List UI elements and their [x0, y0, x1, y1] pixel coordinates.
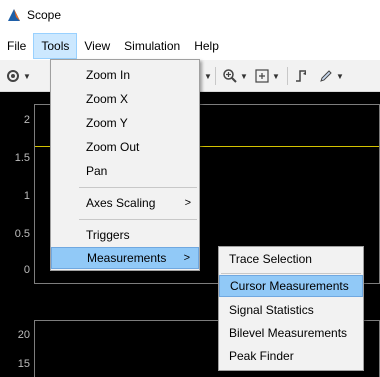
chevron-down-icon: ▼: [204, 71, 212, 81]
matlab-logo-icon: [6, 7, 22, 23]
menu-bar: File Tools View Simulation Help: [0, 33, 380, 59]
menu-view[interactable]: View: [77, 33, 117, 59]
title-bar: Scope: [0, 0, 380, 30]
chevron-right-icon: >: [183, 252, 190, 264]
trigger-button[interactable]: [294, 67, 310, 85]
menu-item-signal-statistics[interactable]: Signal Statistics: [219, 299, 363, 321]
chevron-down-icon: ▼: [336, 71, 344, 81]
gear-icon: [7, 70, 19, 82]
y-tick-label: 0.5: [14, 228, 30, 240]
menu-tools[interactable]: Tools: [33, 33, 78, 59]
menu-item-peak-finder[interactable]: Peak Finder: [219, 345, 363, 367]
menu-item-zoom-x[interactable]: Zoom X: [51, 88, 199, 110]
menu-help[interactable]: Help: [187, 33, 226, 59]
y-tick-label: 1: [23, 190, 30, 202]
y-tick-label: 20: [17, 329, 30, 341]
y-tick-label: 0: [23, 264, 30, 276]
chevron-down-icon: ▼: [23, 71, 31, 81]
zoom-button[interactable]: ▼: [222, 67, 248, 85]
menu-item-pan[interactable]: Pan: [51, 160, 199, 182]
y-tick-label: 2: [23, 114, 30, 126]
menu-item-axes-scaling[interactable]: Axes Scaling >: [51, 192, 199, 214]
menu-item-label: Measurements: [87, 251, 167, 265]
menu-separator: [79, 219, 197, 220]
menu-item-measurements[interactable]: Measurements >: [51, 247, 199, 269]
y-tick-label: 1.5: [14, 152, 30, 164]
window-title: Scope: [27, 8, 62, 22]
menu-separator: [221, 273, 361, 274]
edit-icon: [320, 70, 332, 82]
chevron-down-icon: ▼: [272, 71, 280, 81]
menu-item-cursor-measurements[interactable]: Cursor Measurements: [219, 275, 363, 297]
fit-to-view-button[interactable]: ▼: [254, 67, 280, 85]
menu-separator: [79, 187, 197, 188]
fit-to-view-icon: [255, 69, 269, 83]
menu-item-bilevel-measurements[interactable]: Bilevel Measurements: [219, 322, 363, 344]
menu-item-label: Axes Scaling: [86, 196, 156, 210]
menu-item-zoom-out[interactable]: Zoom Out: [51, 136, 199, 158]
measurements-submenu: Trace Selection Cursor Measurements Sign…: [218, 246, 364, 371]
settings-button[interactable]: ▼: [5, 67, 31, 85]
trigger-icon: [296, 70, 306, 82]
edit-button[interactable]: ▼: [318, 67, 344, 85]
menu-file[interactable]: File: [0, 33, 33, 59]
tools-menu: Zoom In Zoom X Zoom Y Zoom Out Pan Axes …: [50, 59, 200, 271]
zoom-in-icon: [223, 69, 237, 83]
toolbar-separator: [287, 67, 288, 85]
y-tick-label: 15: [17, 358, 30, 370]
menu-item-zoom-y[interactable]: Zoom Y: [51, 112, 199, 134]
menu-simulation[interactable]: Simulation: [117, 33, 187, 59]
chevron-right-icon: >: [184, 197, 191, 209]
menu-item-triggers[interactable]: Triggers: [51, 224, 199, 246]
menu-item-zoom-in[interactable]: Zoom In: [51, 64, 199, 86]
toolbar-dropdown[interactable]: ▼: [202, 67, 212, 85]
menu-item-trace-selection[interactable]: Trace Selection: [219, 248, 363, 270]
chevron-down-icon: ▼: [240, 71, 248, 81]
toolbar-separator: [215, 67, 216, 85]
